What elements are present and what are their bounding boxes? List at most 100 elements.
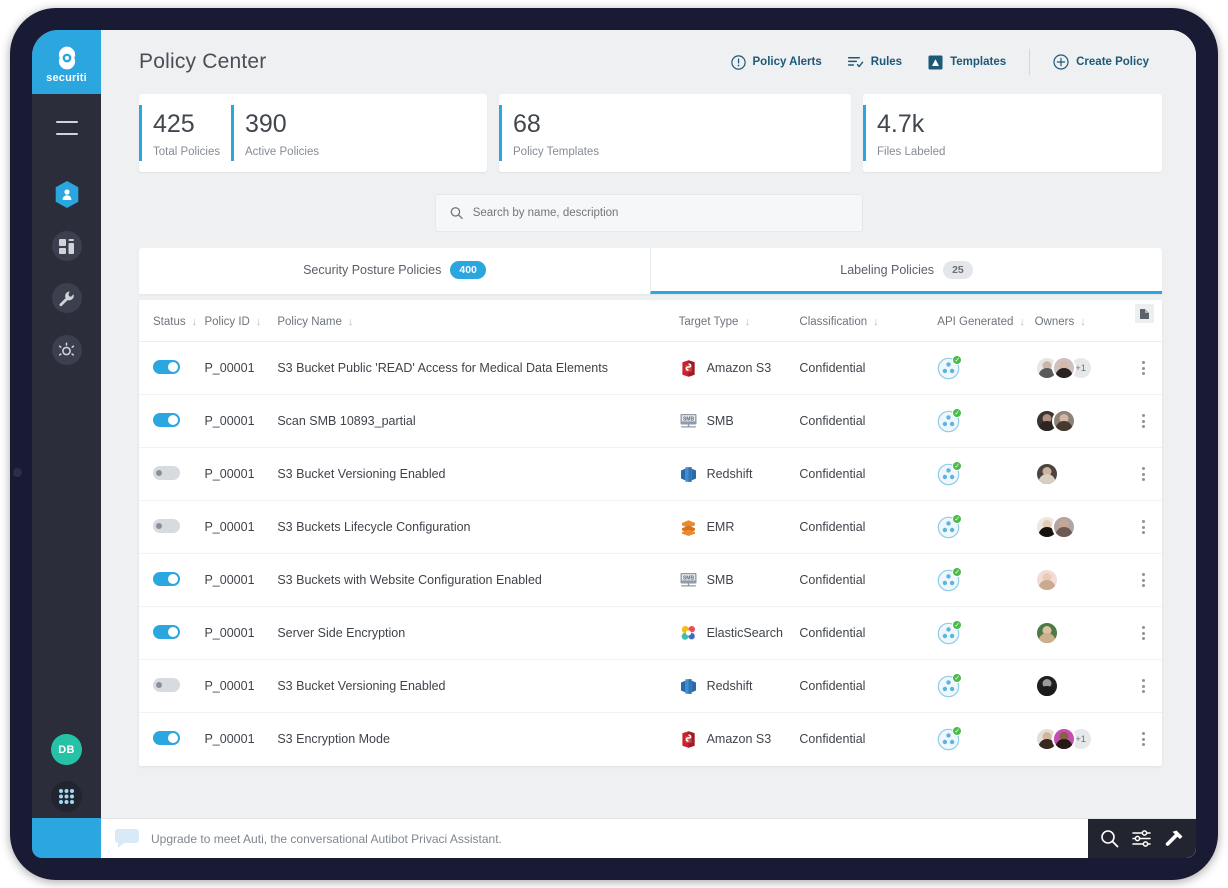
cell-policy-name[interactable]: S3 Buckets with Website Configuration En… bbox=[277, 553, 679, 607]
owners-stack[interactable] bbox=[1034, 568, 1125, 592]
bottom-build-icon[interactable] bbox=[1164, 829, 1184, 848]
row-menu-icon[interactable] bbox=[1124, 679, 1162, 693]
smb-icon: SMB bbox=[680, 572, 697, 586]
user-avatar[interactable]: DB bbox=[51, 734, 82, 765]
status-toggle[interactable] bbox=[153, 677, 180, 692]
cell-policy-id: P_00001 bbox=[204, 500, 278, 554]
amazon-s3-icon bbox=[681, 731, 695, 748]
row-menu-icon[interactable] bbox=[1124, 361, 1162, 375]
status-toggle[interactable] bbox=[153, 624, 180, 639]
hamburger-menu-icon[interactable] bbox=[55, 121, 78, 135]
owners-stack[interactable] bbox=[1034, 515, 1125, 539]
sidebar-item-tools[interactable] bbox=[51, 283, 82, 313]
sidebar-item-settings[interactable] bbox=[51, 335, 82, 365]
th-status[interactable]: Status ↓ bbox=[139, 300, 205, 342]
sidebar: securiti DB bbox=[32, 30, 101, 858]
table-row[interactable]: P_00001 S3 Bucket Versioning Enabled Red… bbox=[139, 447, 1162, 501]
cell-target-type: Redshift bbox=[678, 659, 800, 713]
row-menu-icon[interactable] bbox=[1124, 626, 1162, 640]
status-toggle[interactable] bbox=[153, 359, 180, 374]
bottom-search-icon[interactable] bbox=[1100, 829, 1119, 848]
api-generated-icon: ✓ bbox=[937, 725, 963, 751]
avatar[interactable] bbox=[1051, 515, 1076, 539]
cell-policy-name[interactable]: S3 Bucket Public 'READ' Access for Medic… bbox=[277, 341, 679, 395]
cell-classification: Confidential bbox=[799, 500, 938, 554]
th-policy-id[interactable]: Policy ID ↓ bbox=[204, 300, 278, 342]
sort-arrow-icon: ↓ bbox=[1019, 316, 1025, 328]
table-row[interactable]: P_00001 S3 Encryption Mode Amazon S3 Con… bbox=[139, 713, 1162, 766]
status-toggle[interactable] bbox=[153, 412, 180, 427]
search-input[interactable] bbox=[472, 207, 848, 219]
tab-security-posture-policies[interactable]: Security Posture Policies 400 bbox=[139, 248, 650, 294]
row-menu-icon[interactable] bbox=[1124, 732, 1162, 747]
avatar[interactable] bbox=[1034, 674, 1059, 698]
owners-stack[interactable]: +1 bbox=[1034, 727, 1125, 752]
policy-alerts-button[interactable]: Policy Alerts bbox=[718, 54, 835, 70]
status-toggle[interactable] bbox=[153, 518, 180, 533]
avatar[interactable] bbox=[1034, 568, 1059, 592]
sort-arrow-icon: ↓ bbox=[744, 316, 750, 328]
cell-policy-name[interactable]: S3 Bucket Versioning Enabled bbox=[277, 447, 679, 501]
row-menu-icon[interactable] bbox=[1124, 573, 1162, 587]
row-menu-icon[interactable] bbox=[1124, 467, 1162, 481]
bottom-filters-icon[interactable] bbox=[1131, 829, 1152, 848]
target-type-icon bbox=[679, 518, 698, 537]
cell-target-type: SMB SMB bbox=[678, 553, 800, 607]
owners-stack[interactable] bbox=[1034, 674, 1125, 698]
owners-stack[interactable] bbox=[1034, 621, 1125, 645]
assistant-message-button[interactable]: Upgrade to meet Auti, the conversational… bbox=[101, 819, 1088, 858]
cell-policy-name[interactable]: S3 Encryption Mode bbox=[277, 713, 678, 766]
th-target-type[interactable]: Target Type ↓ bbox=[678, 300, 800, 342]
sidebar-item-privacy[interactable] bbox=[52, 179, 82, 209]
th-api-generated[interactable]: API Generated ↓ bbox=[937, 300, 1035, 342]
row-menu-icon[interactable] bbox=[1124, 414, 1162, 428]
search-icon bbox=[450, 207, 463, 220]
th-label: Policy Name bbox=[277, 316, 342, 328]
export-document-icon[interactable] bbox=[1135, 304, 1154, 323]
avatar[interactable] bbox=[1051, 356, 1076, 380]
header-actions: Policy Alerts Rules Templates Create Pol… bbox=[718, 49, 1162, 75]
tab-count-badge: 25 bbox=[943, 260, 973, 279]
owners-stack[interactable] bbox=[1034, 462, 1125, 486]
table-row[interactable]: P_00001 S3 Bucket Versioning Enabled Red… bbox=[139, 659, 1162, 713]
cell-policy-name[interactable]: S3 Bucket Versioning Enabled bbox=[277, 659, 679, 713]
table-row[interactable]: P_00001 S3 Buckets with Website Configur… bbox=[139, 553, 1162, 607]
tab-labeling-policies[interactable]: Labeling Policies 25 bbox=[650, 248, 1162, 294]
owners-stack[interactable]: +1 bbox=[1034, 356, 1125, 380]
table-row[interactable]: P_00001 S3 Buckets Lifecycle Configurati… bbox=[139, 500, 1162, 554]
device-frame: securiti DB Policy Center Policy Alerts … bbox=[10, 8, 1218, 880]
templates-button[interactable]: Templates bbox=[915, 55, 1019, 70]
create-policy-button[interactable]: Create Policy bbox=[1040, 54, 1162, 70]
brand-logo[interactable]: securiti bbox=[32, 30, 101, 94]
th-classification[interactable]: Classification ↓ bbox=[799, 300, 938, 342]
templates-icon bbox=[928, 55, 943, 69]
cell-actions bbox=[1124, 713, 1162, 766]
status-toggle[interactable] bbox=[153, 730, 180, 745]
avatar[interactable] bbox=[1034, 621, 1059, 645]
cell-policy-name[interactable]: Scan SMB 10893_partial bbox=[277, 394, 679, 448]
row-menu-icon[interactable] bbox=[1124, 520, 1162, 534]
avatar[interactable] bbox=[1051, 409, 1076, 433]
table-row[interactable]: P_00001 Server Side Encryption ElasticSe… bbox=[139, 606, 1162, 660]
avatar[interactable] bbox=[1051, 727, 1076, 752]
api-verified-badge: ✓ bbox=[952, 513, 963, 524]
th-owners[interactable]: Owners ↓ bbox=[1034, 300, 1125, 342]
table-row[interactable]: P_00001 S3 Bucket Public 'READ' Access f… bbox=[139, 341, 1162, 395]
avatar[interactable] bbox=[1034, 462, 1059, 486]
th-policy-name[interactable]: Policy Name ↓ bbox=[277, 300, 679, 342]
brand-name: securiti bbox=[46, 71, 87, 84]
sidebar-item-dashboard[interactable] bbox=[51, 231, 82, 261]
cell-owners bbox=[1034, 500, 1125, 554]
cell-policy-name[interactable]: S3 Buckets Lifecycle Configuration bbox=[277, 500, 679, 554]
chat-bubble-icon bbox=[115, 829, 139, 848]
search-box[interactable] bbox=[434, 194, 863, 232]
owners-stack[interactable] bbox=[1034, 409, 1125, 433]
rules-button[interactable]: Rules bbox=[835, 55, 915, 69]
table-row[interactable]: P_00001 Scan SMB 10893_partial SMB SMB C… bbox=[139, 394, 1162, 448]
cell-target-type: EMR bbox=[678, 500, 800, 554]
cell-policy-name[interactable]: Server Side Encryption bbox=[277, 606, 679, 660]
status-toggle[interactable] bbox=[153, 465, 180, 480]
status-toggle[interactable] bbox=[153, 571, 180, 586]
target-type-label: SMB bbox=[706, 414, 734, 428]
apps-grid-icon[interactable] bbox=[51, 781, 82, 812]
